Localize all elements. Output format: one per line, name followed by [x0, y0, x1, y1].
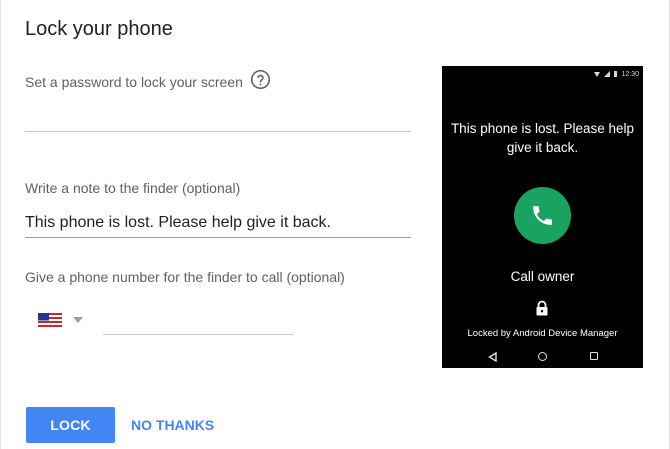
phone-preview: 12:30 This phone is lost. Please help gi… — [442, 66, 643, 368]
country-dropdown-chevron-down-icon[interactable] — [73, 317, 83, 323]
help-circle-icon[interactable] — [250, 69, 271, 90]
page-title: Lock your phone — [25, 18, 173, 40]
status-time: 12:30 — [621, 70, 639, 78]
phone-number-underline — [103, 334, 293, 335]
password-label: Set a password to lock your screen — [25, 74, 243, 90]
note-field[interactable]: This phone is lost. Please help give it … — [25, 214, 331, 232]
back-icon — [488, 352, 497, 362]
note-field-underline — [25, 237, 411, 238]
lock-phone-dialog: Lock your phone Set a password to lock y… — [0, 0, 670, 449]
recents-icon — [590, 352, 598, 360]
no-thanks-button[interactable]: NO THANKS — [125, 407, 220, 443]
wifi-icon — [594, 71, 601, 77]
home-icon — [538, 352, 547, 361]
call-owner-label: Call owner — [510, 269, 575, 284]
lock-icon — [536, 300, 548, 316]
signal-icon — [604, 71, 611, 77]
phone-icon — [533, 206, 552, 225]
phone-label: Give a phone number for the finder to ca… — [25, 269, 345, 285]
lock-button[interactable]: LOCK — [26, 407, 115, 443]
us-flag-icon[interactable] — [38, 313, 62, 327]
call-owner-button — [514, 187, 571, 244]
status-bar: 12:30 — [594, 69, 639, 79]
phone-number-input[interactable] — [103, 306, 293, 334]
locked-by-label: Locked by Android Device Manager — [467, 328, 618, 339]
note-label: Write a note to the finder (optional) — [25, 180, 241, 196]
password-field[interactable] — [25, 131, 411, 132]
android-nav-bar — [442, 348, 643, 366]
lock-message: This phone is lost. Please help give it … — [450, 121, 635, 155]
battery-icon — [614, 71, 618, 77]
